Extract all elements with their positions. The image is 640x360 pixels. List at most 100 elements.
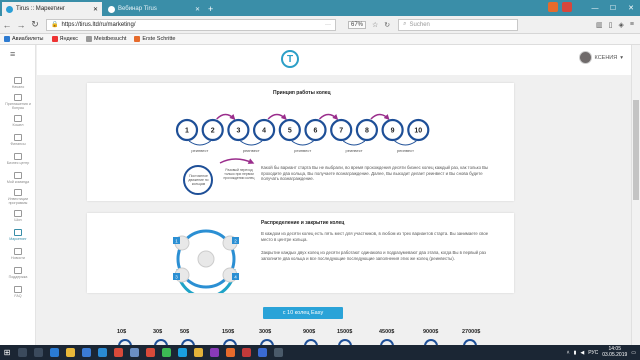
- app-icon[interactable]: [110, 345, 126, 360]
- notifications-icon[interactable]: ▭: [631, 350, 636, 356]
- tray-chevron-icon[interactable]: ˄: [567, 350, 570, 356]
- sidebar-toggle-icon[interactable]: ▯: [609, 21, 613, 29]
- photos-icon[interactable]: [126, 345, 142, 360]
- tab-webinar[interactable]: Вебинар Tirus ✕: [104, 2, 204, 16]
- price-row: 10$ 30$ 50$ 150$ 300$ 900$ 1500$ 4500$ 9000$ 2700…: [117, 329, 517, 345]
- tirus-logo[interactable]: T: [281, 50, 299, 68]
- firefox-icon: [134, 36, 141, 42]
- search-input[interactable]: ⌕ Suchen: [398, 18, 519, 31]
- system-tray: ˄ ▮ ◀ РУС 14:05 03.05.2019 ▭: [567, 346, 640, 358]
- hamburger-icon[interactable]: ≡: [10, 49, 15, 59]
- sidebar-item-home[interactable]: Начало: [0, 73, 36, 92]
- plan-price: 150$: [222, 329, 235, 335]
- search-icon[interactable]: [14, 345, 30, 360]
- plan-price: 10$: [117, 329, 127, 335]
- bookmark-star-icon[interactable]: ☆: [372, 21, 378, 29]
- reinvest-label: реинвест: [346, 148, 363, 153]
- firefox-icon[interactable]: [548, 2, 558, 12]
- window-controls: — ☐ ✕: [586, 0, 640, 16]
- menu-icon[interactable]: ≡: [630, 21, 634, 29]
- distribution-diagram: 1 2 3 4: [173, 229, 239, 293]
- transfer-legend-icon: [219, 158, 255, 164]
- reload-small-icon[interactable]: ↻: [384, 21, 390, 29]
- sidebar-item-finance[interactable]: Финансы: [0, 130, 36, 149]
- sidebar-item-investment[interactable]: Инвестиции программы: [0, 187, 36, 206]
- library-icon[interactable]: ▥: [596, 21, 603, 29]
- plan-price: 50$: [180, 329, 190, 335]
- chrome-icon[interactable]: [190, 345, 206, 360]
- marketing-icon: [14, 228, 22, 236]
- bookmark-item[interactable]: Meistbesucht: [86, 36, 126, 42]
- sidebar-item-news[interactable]: Новости: [0, 244, 36, 263]
- reinvest-arrow: [188, 140, 211, 146]
- lock-icon: 🔒: [51, 22, 59, 28]
- sidebar-item-faq[interactable]: FAQ: [0, 282, 36, 301]
- shield-icon[interactable]: ◈: [619, 21, 624, 29]
- app-icon[interactable]: [270, 345, 286, 360]
- forward-icon[interactable]: →: [14, 20, 28, 30]
- whatsapp-icon[interactable]: [158, 345, 174, 360]
- sidebar-item-business[interactable]: Бизнес центр: [0, 149, 36, 168]
- zoom-level[interactable]: 67%: [348, 20, 367, 29]
- gear-icon: [86, 36, 93, 42]
- app-icon[interactable]: [254, 345, 270, 360]
- bookmark-item[interactable]: Erste Schritte: [134, 36, 175, 42]
- reinvest-label: реинвест: [243, 148, 260, 153]
- network-icon[interactable]: ▮: [574, 350, 577, 356]
- sidebar-item-support[interactable]: Поддержка: [0, 263, 36, 282]
- ring-label: 1: [185, 128, 189, 135]
- back-icon[interactable]: ←: [0, 20, 14, 30]
- address-bar[interactable]: 🔒 https://tirus.ltd/ru/marketing/ ···: [46, 18, 336, 31]
- easy-plan-button[interactable]: с 10 колец Easy: [263, 307, 343, 319]
- reinvest-label: реинвест: [397, 148, 414, 153]
- plan-price: 30$: [153, 329, 163, 335]
- plan-price: 900$: [303, 329, 316, 335]
- business-icon: [14, 152, 22, 160]
- sidebar-item-team[interactable]: Мой команда: [0, 168, 36, 187]
- reinvest-arrow: [291, 140, 314, 146]
- window-close-icon[interactable]: ✕: [622, 4, 640, 12]
- app-icon[interactable]: [238, 345, 254, 360]
- store-icon[interactable]: [78, 345, 94, 360]
- maximize-icon[interactable]: ☐: [604, 4, 622, 12]
- rings-paragraph: Какой бы вариант старта Вы не выбрали, в…: [261, 165, 489, 182]
- extension-icon[interactable]: [562, 2, 572, 12]
- rings-principle-card: Принцип работы колец 1 2 реинвест 3 4 реинвес…: [87, 83, 514, 201]
- task-view-icon[interactable]: [30, 345, 46, 360]
- bookmark-item[interactable]: Авиабилеты: [4, 36, 44, 42]
- reinvest-arrow: [342, 140, 366, 146]
- explorer-icon[interactable]: [62, 345, 78, 360]
- language-indicator[interactable]: РУС: [588, 350, 598, 356]
- volume-icon[interactable]: ◀: [580, 350, 584, 356]
- close-icon[interactable]: ✕: [93, 6, 98, 13]
- toolbar-icons: ▥ ▯ ◈ ≡: [596, 21, 640, 29]
- distribution-paragraph-1: В каждом из десяти колец есть пять мест …: [261, 231, 489, 242]
- transfer-arrow: [267, 113, 287, 120]
- reinvest-arrow: [240, 140, 263, 146]
- sidebar-item-marketing[interactable]: Маркетинг: [0, 225, 36, 244]
- bookmark-item[interactable]: Яндекс: [51, 36, 78, 42]
- edge-icon[interactable]: [46, 345, 62, 360]
- minimize-icon[interactable]: —: [586, 5, 604, 12]
- scrollbar-thumb[interactable]: [633, 100, 639, 200]
- reload-icon[interactable]: ↻: [28, 19, 42, 30]
- skype-icon[interactable]: [174, 345, 190, 360]
- sidebar-item-invites[interactable]: Приглашения и бонусы: [0, 92, 36, 111]
- close-icon[interactable]: ✕: [195, 6, 200, 13]
- page-actions-icon[interactable]: ···: [325, 22, 331, 28]
- mail-icon[interactable]: [94, 345, 110, 360]
- clock[interactable]: 14:05 03.05.2019: [602, 346, 628, 358]
- sidebar-item-wallet[interactable]: Кошел: [0, 111, 36, 130]
- tab-title: Tirus :: Маркетинг: [16, 6, 65, 12]
- tab-tirus-marketing[interactable]: Tirus :: Маркетинг ✕: [2, 2, 102, 16]
- sidebar-item-shop[interactable]: Шоп: [0, 206, 36, 225]
- ring-label: 10: [414, 128, 422, 135]
- page-scrollbar[interactable]: [631, 45, 640, 345]
- app-icon[interactable]: [142, 345, 158, 360]
- app-icon[interactable]: [206, 345, 222, 360]
- clock-date: 03.05.2019: [602, 351, 628, 358]
- firefox-icon[interactable]: [222, 345, 238, 360]
- user-menu[interactable]: КСЕНИЯ ▾: [578, 51, 623, 64]
- new-tab-button[interactable]: +: [208, 4, 213, 14]
- windows-start-icon[interactable]: ⊞: [0, 345, 14, 360]
